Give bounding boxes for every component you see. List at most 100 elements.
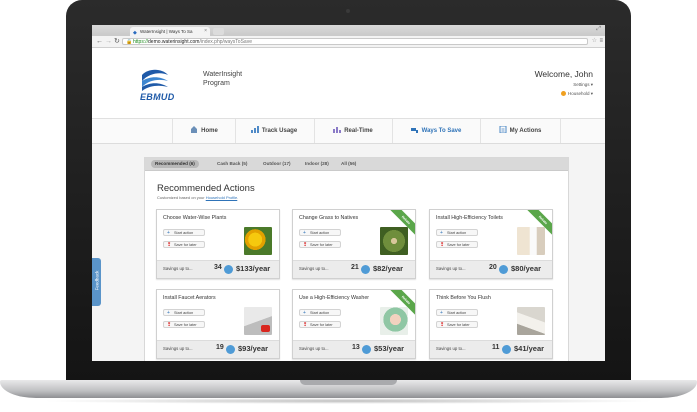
card-title: Use a High-Efficiency Washer — [299, 295, 370, 301]
household-profile-link[interactable]: Household Profile — [206, 195, 238, 200]
start-action-button[interactable]: + Start action — [436, 229, 478, 236]
pin-icon: ❢ — [303, 322, 308, 328]
reload-icon[interactable]: ↻ — [114, 36, 120, 47]
lock-icon: 🔒 — [126, 39, 133, 45]
card-title: Install High-Efficiency Toilets — [436, 215, 503, 221]
forward-arrow-icon[interactable]: → — [105, 36, 112, 47]
save-for-later-label: Save for later — [447, 323, 470, 327]
ebmud-logo[interactable]: EBMUD — [138, 69, 174, 102]
plus-icon: + — [303, 230, 306, 236]
url-host: demo.waterinsight.com — [148, 39, 200, 45]
filter-outdoor[interactable]: Outdoor (17) — [263, 160, 291, 168]
water-drop-icon — [224, 265, 233, 274]
pin-icon: ❢ — [303, 242, 308, 248]
laptop-shadow — [40, 398, 657, 404]
feedback-label: Feedback — [94, 270, 100, 291]
menu-icon[interactable]: ≡ — [599, 36, 603, 47]
bookmark-star-icon[interactable]: ☆ — [592, 36, 597, 47]
savings-gallons: 11 — [492, 344, 500, 351]
save-for-later-button[interactable]: ❢ Save for later — [299, 321, 341, 328]
savings-label: Savings up to... — [299, 346, 329, 351]
savings-money: $93/year — [238, 344, 269, 353]
savings-row: Savings up to... 13 $53/year — [293, 340, 415, 358]
subtitle-text: Customized based on your — [157, 195, 206, 200]
action-card[interactable]: Change Grass to Natives Rebate + Start ac… — [292, 209, 416, 279]
settings-link[interactable]: Settings ▾ — [573, 82, 593, 88]
plus-icon: + — [303, 310, 306, 316]
filter-cash-back[interactable]: Cash Back (5) — [217, 160, 247, 168]
start-action-button[interactable]: + Start action — [436, 309, 478, 316]
favicon-icon: ◆ — [133, 30, 137, 36]
feedback-tab[interactable]: Feedback — [92, 258, 101, 306]
savings-gallons: 13 — [352, 344, 360, 351]
save-for-later-button[interactable]: ❢ Save for later — [299, 241, 341, 248]
start-action-button[interactable]: + Start action — [163, 309, 205, 316]
savings-money: $53/year — [374, 344, 405, 353]
main-nav: Home Track Usage Real-Time Ways To Save … — [92, 118, 605, 144]
household-dropdown[interactable]: Household ▾ — [560, 91, 593, 97]
nav-my-actions[interactable]: My Actions — [480, 119, 561, 143]
section-subtitle: Customized based on your Household Profi… — [157, 195, 238, 200]
subtitle-period: . — [237, 195, 239, 200]
water-drop-icon — [226, 345, 235, 354]
save-for-later-button[interactable]: ❢ Save for later — [163, 241, 205, 248]
washer-image — [380, 307, 408, 335]
plus-icon: + — [167, 230, 170, 236]
savings-label: Savings up to... — [163, 266, 193, 271]
ways-to-save-panel: Recommended (6) Cash Back (5) Outdoor (1… — [144, 157, 569, 361]
action-card[interactable]: Think Before You Flush + Start action ❢ Sa… — [429, 289, 553, 359]
clipboard-icon — [499, 126, 507, 133]
card-title: Change Grass to Natives — [299, 215, 359, 221]
water-drop-icon — [502, 345, 511, 354]
action-card[interactable]: Use a High-Efficiency Washer Rebate + Sta… — [292, 289, 416, 359]
pin-icon: ❢ — [440, 322, 445, 328]
chart-icon — [250, 126, 259, 133]
filter-indoor[interactable]: Indoor (28) — [305, 160, 329, 168]
web-page: EBMUD WaterInsight Program Welcome, John… — [92, 48, 605, 361]
program-name-line2: Program — [203, 80, 230, 87]
start-action-button[interactable]: + Start action — [299, 309, 341, 316]
start-action-label: Start action — [174, 311, 194, 315]
pin-icon: ❢ — [167, 322, 172, 328]
action-card[interactable]: Install Faucet Aerators + Start action ❢ S… — [156, 289, 280, 359]
tab-title: WaterInsight | Ways To Sa — [140, 29, 193, 34]
savings-gallons: 34 — [214, 264, 222, 271]
address-bar[interactable]: 🔒 https://demo.waterinsight.com/index.ph… — [122, 38, 588, 45]
nav-track-usage[interactable]: Track Usage — [234, 119, 315, 143]
nav-ways-to-save[interactable]: Ways To Save — [392, 119, 481, 143]
back-arrow-icon[interactable]: ← — [96, 36, 103, 47]
nav-ways-to-save-label: Ways To Save — [421, 128, 462, 134]
url-path: /index.php/waysToSave — [199, 39, 252, 45]
start-action-button[interactable]: + Start action — [299, 229, 341, 236]
savings-label: Savings up to... — [299, 266, 329, 271]
nav-home[interactable]: Home — [172, 119, 236, 143]
card-title: Choose Water-Wise Plants — [163, 215, 227, 221]
save-for-later-label: Save for later — [174, 243, 197, 247]
savings-row: Savings up to... 20 $80/year — [430, 260, 552, 278]
filter-recommended[interactable]: Recommended (6) — [151, 160, 199, 168]
save-for-later-button[interactable]: ❢ Save for later — [436, 321, 478, 328]
savings-money: $133/year — [236, 264, 271, 273]
water-drop-icon — [499, 265, 508, 274]
new-tab-button[interactable] — [213, 28, 224, 35]
start-action-label: Start action — [447, 311, 467, 315]
savings-row: Savings up to... 11 $41/year — [430, 340, 552, 358]
start-action-button[interactable]: + Start action — [163, 229, 205, 236]
start-action-label: Start action — [447, 231, 467, 235]
savings-gallons: 20 — [489, 264, 497, 271]
fullscreen-icon[interactable]: ⤢ — [596, 26, 601, 33]
start-action-label: Start action — [310, 311, 330, 315]
save-for-later-button[interactable]: ❢ Save for later — [436, 241, 478, 248]
browser-tab[interactable]: ◆ WaterInsight | Ways To Sa × — [130, 27, 210, 36]
close-icon[interactable]: × — [204, 27, 207, 36]
filter-all[interactable]: All (56) — [341, 160, 356, 168]
logo-text: EBMUD — [140, 92, 175, 102]
logo-mark-icon — [142, 69, 168, 91]
nav-real-time[interactable]: Real-Time — [314, 119, 393, 143]
site-header: EBMUD WaterInsight Program Welcome, John… — [92, 48, 605, 118]
save-for-later-button[interactable]: ❢ Save for later — [163, 321, 205, 328]
action-card[interactable]: Install High-Efficiency Toilets Rebate +… — [429, 209, 553, 279]
video-play-icon[interactable] — [261, 325, 270, 332]
action-card[interactable]: Choose Water-Wise Plants + Start action ❢… — [156, 209, 280, 279]
plants-image — [244, 227, 272, 255]
